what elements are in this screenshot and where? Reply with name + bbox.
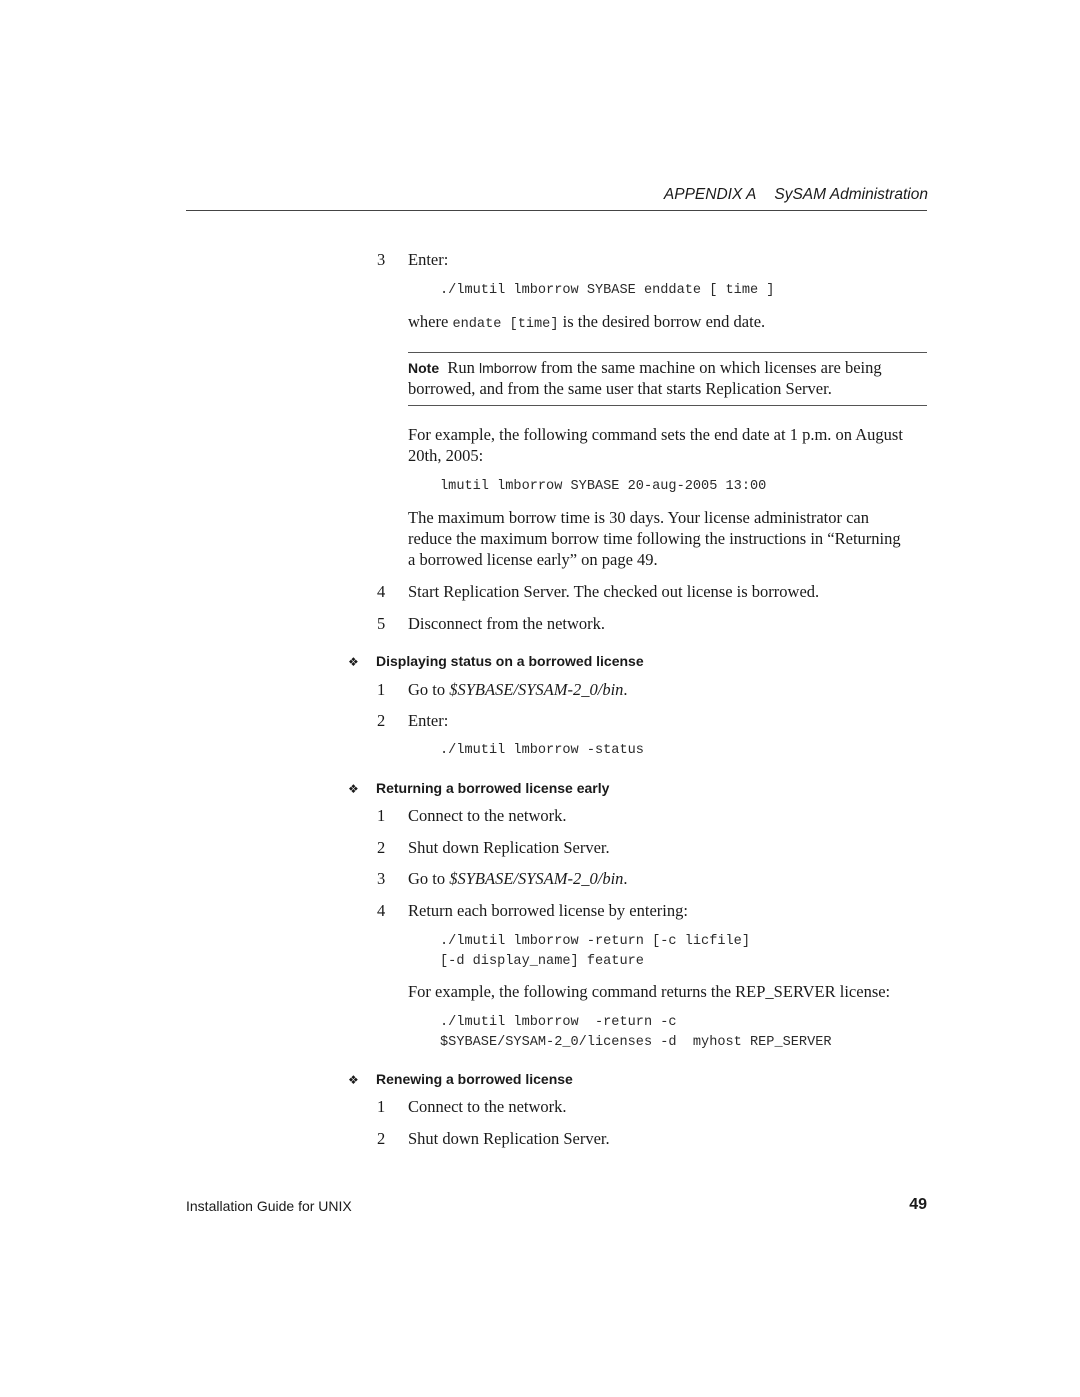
step-text: Connect to the network. — [408, 806, 567, 825]
paragraph-line: reduce the maximum borrow time following… — [408, 529, 901, 548]
step-text: Shut down Replication Server. — [408, 838, 610, 857]
paragraph-line: For example, the following command sets … — [408, 425, 903, 444]
step-number: 1 — [377, 680, 386, 699]
code-line: $SYBASE/SYSAM-2_0/licenses -d myhost REP… — [440, 1035, 832, 1050]
note-rule-top — [408, 352, 927, 353]
text: Go to — [408, 869, 450, 888]
text: is the desired borrow end date. — [558, 312, 766, 331]
appendix-label: APPENDIX A — [663, 186, 757, 203]
note-line-2: borrowed, and from the same user that st… — [408, 379, 832, 398]
diamond-bullet-icon: ❖ — [348, 782, 359, 796]
paragraph-where: where endate [time] is the desired borro… — [408, 312, 765, 332]
step-number: 1 — [377, 806, 386, 825]
note-line-1: Note Run lmborrow from the same machine … — [408, 358, 882, 378]
step-text: Enter: — [408, 250, 449, 269]
header-rule — [186, 210, 927, 211]
path: $SYBASE/SYSAM-2_0/bin — [449, 869, 624, 888]
diamond-bullet-icon: ❖ — [348, 655, 359, 669]
step-text: Shut down Replication Server. — [408, 1129, 610, 1148]
path: $SYBASE/SYSAM-2_0/bin — [449, 680, 624, 699]
paragraph-line: For example, the following command retur… — [408, 982, 891, 1001]
code-block: ./lmutil lmborrow -status — [440, 743, 644, 758]
procedure-heading: ❖ Returning a borrowed license early — [348, 780, 609, 796]
heading-text: Displaying status on a borrowed license — [376, 653, 644, 669]
paragraph-line: a borrowed license early” on page 49. — [408, 550, 658, 569]
text: where — [408, 312, 453, 331]
step-number: 3 — [377, 250, 386, 269]
step-number: 5 — [377, 614, 386, 633]
step-number: 2 — [377, 838, 386, 857]
procedure-heading: ❖ Displaying status on a borrowed license — [348, 653, 644, 669]
step-number: 4 — [377, 582, 386, 601]
code-line: [-d display_name] feature — [440, 954, 644, 969]
heading-text: Returning a borrowed license early — [376, 780, 610, 796]
paragraph-line: The maximum borrow time is 30 days. Your… — [408, 508, 870, 527]
footer-title: Installation Guide for UNIX — [186, 1198, 352, 1214]
code-block: lmutil lmborrow SYBASE 20-aug-2005 13:00 — [440, 479, 767, 494]
inline-code: endate [time] — [452, 317, 559, 332]
step-text: Go to $SYBASE/SYSAM-2_0/bin. — [408, 869, 628, 889]
text: Go to — [408, 680, 450, 699]
text: . — [623, 869, 628, 888]
text: from the same machine on which licenses … — [536, 358, 882, 377]
diamond-bullet-icon: ❖ — [348, 1073, 359, 1087]
chapter-title: SySAM Administration — [774, 186, 928, 203]
code-block: ./lmutil lmborrow SYBASE enddate [ time … — [440, 283, 775, 298]
text: Run — [447, 358, 480, 377]
step-number: 1 — [377, 1097, 386, 1116]
text: . — [623, 680, 628, 699]
code-line: ./lmutil lmborrow -return [-c licfile] — [440, 934, 750, 949]
code-line: ./lmutil lmborrow -return -c — [440, 1015, 677, 1030]
step-text: Enter: — [408, 711, 449, 730]
procedure-heading: ❖ Renewing a borrowed license — [348, 1071, 573, 1087]
page-number: 49 — [909, 1196, 927, 1213]
running-header: APPENDIX A SySAM Administration — [664, 186, 928, 204]
paragraph-line: 20th, 2005: — [408, 446, 484, 465]
heading-text: Renewing a borrowed license — [376, 1071, 573, 1087]
step-number: 2 — [377, 1129, 386, 1148]
step-number: 3 — [377, 869, 386, 888]
command-name: lmborrow — [479, 360, 537, 376]
note-label: Note — [408, 360, 440, 376]
note-rule-bottom — [408, 405, 927, 406]
step-text: Connect to the network. — [408, 1097, 567, 1116]
step-number: 2 — [377, 711, 386, 730]
step-text: Go to $SYBASE/SYSAM-2_0/bin. — [408, 680, 628, 700]
step-text: Return each borrowed license by entering… — [408, 901, 688, 920]
step-text: Disconnect from the network. — [408, 614, 606, 633]
step-number: 4 — [377, 901, 386, 920]
step-text: Start Replication Server. The checked ou… — [408, 582, 820, 601]
